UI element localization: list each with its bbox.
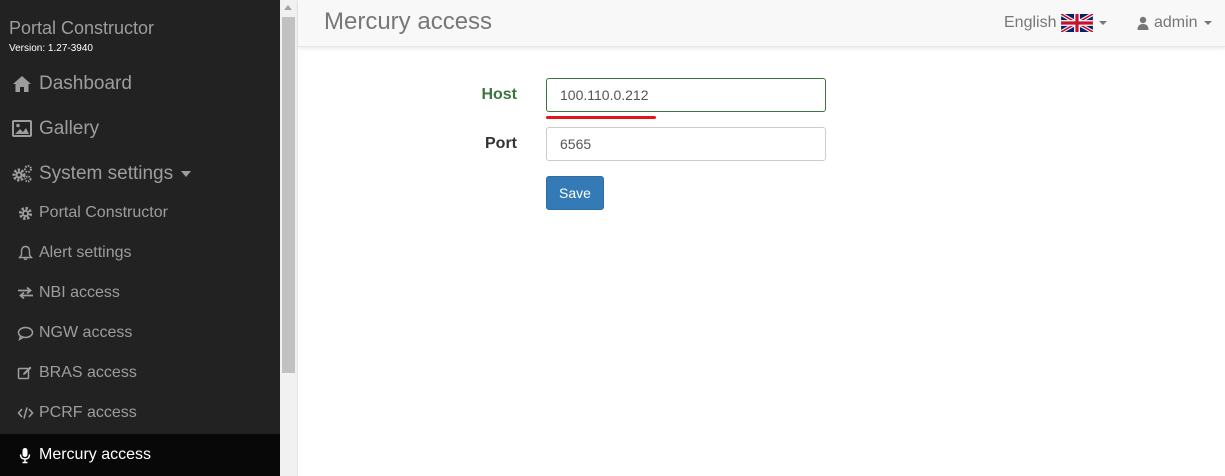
bell-icon — [16, 245, 34, 261]
page-title: Mercury access — [324, 8, 493, 35]
arrows-exchange-icon — [16, 285, 34, 301]
chevron-down-icon — [181, 170, 192, 177]
user-dropdown[interactable]: admin — [1137, 12, 1212, 34]
scrollbar-thumb[interactable] — [282, 17, 295, 373]
port-label: Port — [485, 135, 517, 152]
nav-gallery-label: Gallery — [39, 117, 100, 139]
version-label: Version: 1.27-3940 — [9, 43, 93, 54]
sidebar-item-label: NGW access — [39, 324, 133, 341]
nav-system-settings-label: System settings — [39, 162, 174, 184]
microphone-icon — [16, 447, 34, 463]
home-icon — [11, 74, 33, 94]
sidebar-item-label: NBI access — [39, 284, 120, 301]
user-name: admin — [1154, 14, 1198, 31]
picture-icon — [11, 119, 33, 139]
sidebar-item-alert-settings[interactable]: Alert settings — [0, 233, 280, 273]
cog-icon — [16, 205, 34, 221]
sidebar-item-label: Alert settings — [39, 244, 132, 261]
sidebar-item-bras-access[interactable]: BRAS access — [0, 353, 280, 393]
user-icon — [1137, 16, 1149, 30]
sidebar-item-mercury-access[interactable]: Mercury access — [0, 434, 280, 476]
sidebar-item-label: PCRF access — [39, 404, 137, 421]
divider — [297, 0, 298, 476]
cogs-icon — [11, 164, 33, 184]
comment-icon — [16, 325, 34, 341]
sidebar-item-ngw-access[interactable]: NGW access — [0, 313, 280, 353]
annotation-underline — [546, 116, 656, 119]
language-label: English — [1004, 14, 1057, 31]
sidebar-scrollbar[interactable] — [280, 0, 297, 476]
host-input[interactable] — [546, 78, 826, 112]
sidebar-item-pcrf-access[interactable]: PCRF access — [0, 393, 280, 433]
top-navbar: Mercury access English admin — [298, 0, 1225, 47]
language-dropdown[interactable]: English — [1004, 12, 1108, 34]
code-icon — [16, 405, 34, 421]
uk-flag-icon — [1060, 12, 1095, 34]
save-button[interactable]: Save — [546, 176, 604, 210]
port-input[interactable] — [546, 127, 826, 161]
nav-dashboard-label: Dashboard — [39, 72, 132, 94]
edit-icon — [16, 365, 34, 381]
sidebar: Portal Constructor Version: 1.27-3940 Da… — [0, 0, 280, 476]
sidebar-item-label: BRAS access — [39, 364, 137, 381]
chevron-down-icon — [1099, 21, 1108, 25]
brand-title[interactable]: Portal Constructor — [9, 18, 154, 39]
host-label: Host — [481, 86, 517, 103]
scroll-up-arrow-icon[interactable] — [284, 5, 292, 10]
sidebar-item-nbi-access[interactable]: NBI access — [0, 273, 280, 313]
nav-dashboard[interactable]: Dashboard — [0, 61, 280, 106]
chevron-down-icon — [1203, 21, 1212, 25]
nav-gallery[interactable]: Gallery — [0, 106, 280, 151]
sidebar-item-portal-constructor[interactable]: Portal Constructor — [0, 193, 280, 233]
sidebar-item-label: Mercury access — [39, 446, 152, 463]
nav-system-settings[interactable]: System settings — [0, 151, 280, 196]
sidebar-item-label: Portal Constructor — [39, 204, 168, 221]
